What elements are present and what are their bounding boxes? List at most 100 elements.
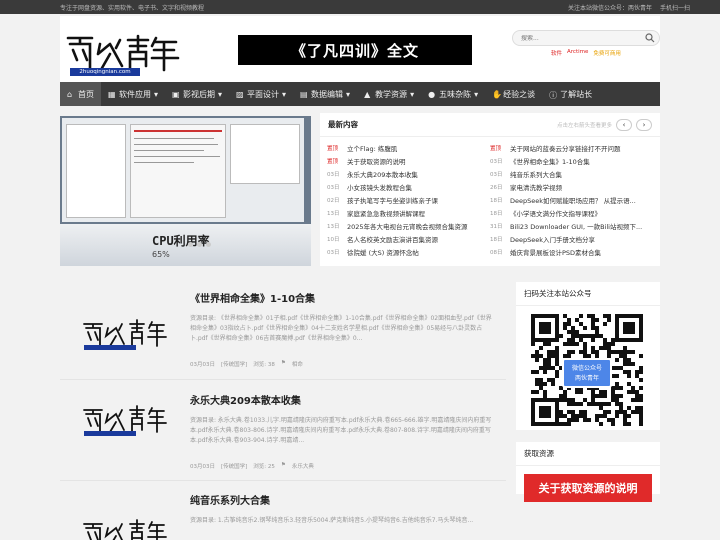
latest-list-item[interactable]: 置顶 立个Flag: 练腹肌 bbox=[327, 141, 490, 154]
nav-item-data[interactable]: ▤ 数据编辑 ▾ bbox=[293, 82, 357, 106]
nav-label: 首页 bbox=[78, 89, 94, 99]
mobile-scan-link[interactable]: 手机扫一扫 bbox=[660, 3, 690, 12]
item-title[interactable]: 孩子执笔写字与坐姿训练亲子课 bbox=[347, 195, 438, 205]
latest-list-item[interactable]: 26日 家电清洗教学视频 bbox=[490, 180, 653, 193]
nav-item-misc[interactable]: ● 五味杂陈 ▾ bbox=[421, 82, 485, 106]
nav-item-design[interactable]: ▨ 平面设计 ▾ bbox=[229, 82, 293, 106]
latest-title: 最新内容 bbox=[328, 120, 358, 129]
latest-list-item[interactable]: 10日 名人名校英文励志演讲百集资源 bbox=[327, 232, 490, 245]
item-date: 03日 bbox=[490, 158, 503, 165]
slider-dot[interactable] bbox=[188, 242, 193, 247]
latest-list-item[interactable]: 02日 孩子执笔写字与坐姿训练亲子课 bbox=[327, 193, 490, 206]
resource-widget-title: 获取资源 bbox=[516, 442, 660, 466]
search-icon[interactable] bbox=[645, 33, 655, 43]
item-title[interactable]: 家电清洗教学视频 bbox=[510, 182, 562, 192]
post-title[interactable]: 纯音乐系列大合集 bbox=[190, 492, 270, 507]
latest-list-item[interactable]: 18日 《小学语文满分作文指导课程》 bbox=[490, 206, 653, 219]
item-title[interactable]: 纯音乐系列大合集 bbox=[510, 169, 562, 179]
post-category[interactable]: [传统国学] bbox=[221, 462, 247, 470]
item-title[interactable]: 婚庆背景展板设计PSD素材合集 bbox=[510, 247, 601, 257]
promo-banner[interactable]: 《了凡四训》全文 bbox=[238, 35, 472, 65]
post-tag[interactable]: 永乐大典 bbox=[292, 462, 314, 470]
featured-slider[interactable]: CPU利用率 65% bbox=[60, 116, 311, 266]
latest-hint: 点击左右箭头查看更多 bbox=[556, 122, 612, 129]
hot-tag[interactable]: 软件 bbox=[551, 49, 562, 57]
item-date: 03日 bbox=[490, 171, 503, 178]
top-bar: 专注于网盘资源、实用软件、电子书、文字和视频教程 关注本站微信公众号：两伙青年 … bbox=[0, 0, 720, 14]
slider-dot[interactable] bbox=[206, 242, 211, 247]
nav-label: 数据编辑 bbox=[311, 89, 344, 99]
search-box[interactable] bbox=[512, 30, 660, 46]
latest-list-item[interactable]: 08日 婚庆背景展板设计PSD素材合集 bbox=[490, 245, 653, 258]
latest-list-item[interactable]: 18日 DeepSeek如何赋能职场应用？ 从提示语... bbox=[490, 193, 653, 206]
nav-item-about[interactable]: ⓘ 了解站长 bbox=[542, 82, 599, 106]
latest-list-item[interactable]: 置顶 关于网站的蓝奏云分享链接打不开问题 bbox=[490, 141, 653, 154]
item-title[interactable]: 《小学语文满分作文指导课程》 bbox=[510, 208, 601, 218]
nav-label: 了解站长 bbox=[560, 89, 593, 99]
post-excerpt: 资源目录: 《世界相命全集》01子相.pdf《世界相命全集》1-10合集.pdf… bbox=[190, 315, 492, 342]
post-thumbnail[interactable] bbox=[78, 514, 168, 540]
post-title[interactable]: 《世界相命全集》1-10合集 bbox=[190, 290, 315, 305]
item-title[interactable]: 2025年各大电视台元宵晚会视频合集资源 bbox=[347, 221, 468, 231]
chevron-down-icon: ▾ bbox=[154, 89, 159, 99]
item-title[interactable]: 家庭紧急急救视频讲解课程 bbox=[347, 208, 425, 218]
latest-list-item[interactable]: 13日 2025年各大电视台元宵晚会视频合集资源 bbox=[327, 219, 490, 232]
search-input[interactable] bbox=[521, 34, 645, 42]
item-title[interactable]: 立个Flag: 练腹肌 bbox=[347, 143, 397, 153]
post-category[interactable]: [传统国学] bbox=[221, 360, 247, 368]
item-title[interactable]: Bili23 Downloader GUI, 一款Bili站视频下... bbox=[510, 221, 642, 231]
wechat-follow-link[interactable]: 关注本站微信公众号：两伙青年 bbox=[568, 3, 652, 12]
resource-info-button[interactable]: 关于获取资源的说明 bbox=[524, 474, 652, 502]
item-title[interactable]: 关于网站的蓝奏云分享链接打不开问题 bbox=[510, 143, 621, 153]
post-tag[interactable]: 相命 bbox=[292, 360, 303, 368]
slider-dots bbox=[188, 242, 211, 247]
prev-arrow-button[interactable]: ‹ bbox=[616, 118, 632, 131]
item-date: 31日 bbox=[490, 223, 503, 230]
divider bbox=[60, 480, 506, 481]
latest-list-item[interactable]: 03日 《世界相命全集》1-10合集 bbox=[490, 154, 653, 167]
item-title[interactable]: DeepSeek入门手册文档分享 bbox=[510, 234, 595, 244]
item-date: 18日 bbox=[490, 197, 503, 204]
site-logo[interactable]: 2huoqingnian.com bbox=[64, 30, 184, 80]
latest-list-item[interactable]: 03日 小女孩镜头发教程合集 bbox=[327, 180, 490, 193]
nav-item-video[interactable]: ▣ 影视后期 ▾ bbox=[165, 82, 229, 106]
post-thumbnail[interactable] bbox=[78, 400, 168, 450]
item-title[interactable]: 小女孩镜头发教程合集 bbox=[347, 182, 412, 192]
slide-caption-sub: 65% bbox=[152, 250, 170, 259]
item-title[interactable]: DeepSeek如何赋能职场应用？ 从提示语... bbox=[510, 195, 636, 205]
site-slogan: 专注于网盘资源、实用软件、电子书、文字和视频教程 bbox=[60, 4, 205, 12]
chevron-down-icon: ▾ bbox=[218, 89, 223, 99]
post-title[interactable]: 永乐大典209本散本收集 bbox=[190, 392, 301, 407]
item-title[interactable]: 关于获取资源的说明 bbox=[347, 156, 406, 166]
item-title[interactable]: 《世界相命全集》1-10合集 bbox=[510, 156, 590, 166]
post-meta: 03月03日 [传统国学] 浏览: 25 ⚑ 永乐大典 bbox=[190, 462, 314, 470]
next-arrow-button[interactable]: › bbox=[636, 118, 652, 131]
latest-list-item[interactable]: 13日 家庭紧急急救视频讲解课程 bbox=[327, 206, 490, 219]
latest-list-item[interactable]: 03日 永乐大典209本散本收集 bbox=[327, 167, 490, 180]
nav-item-software[interactable]: ▦ 软件应用 ▾ bbox=[101, 82, 165, 106]
item-date: 03日 bbox=[327, 171, 340, 178]
latest-list-item[interactable]: 18日 DeepSeek入门手册文档分享 bbox=[490, 232, 653, 245]
latest-list-item[interactable]: 03日 徐院媛 (大S) 资源怀念帖 bbox=[327, 245, 490, 258]
latest-list-item[interactable]: 31日 Bili23 Downloader GUI, 一款Bili站视频下... bbox=[490, 219, 653, 232]
post-views: 浏览: 25 bbox=[253, 464, 275, 470]
slider-dot[interactable] bbox=[197, 242, 202, 247]
hot-tag[interactable]: Arctime bbox=[567, 49, 588, 57]
nav-item-education[interactable]: ▲ 教学资源 ▾ bbox=[357, 82, 421, 106]
item-title[interactable]: 名人名校英文励志演讲百集资源 bbox=[347, 234, 438, 244]
hot-tag[interactable]: 免费可商用 bbox=[593, 49, 621, 57]
item-title[interactable]: 永乐大典209本散本收集 bbox=[347, 169, 418, 179]
qr-code: 微信公众号 两伙青年 bbox=[531, 314, 643, 426]
nav-label: 五味杂陈 bbox=[439, 89, 472, 99]
nav-item-experience[interactable]: ✋ 经验之谈 bbox=[485, 82, 542, 106]
item-date: 13日 bbox=[327, 210, 340, 217]
latest-list-item[interactable]: 置顶 关于获取资源的说明 bbox=[327, 154, 490, 167]
nav-label: 软件应用 bbox=[119, 89, 151, 99]
item-date: 18日 bbox=[490, 236, 503, 243]
item-title[interactable]: 徐院媛 (大S) 资源怀念帖 bbox=[347, 247, 419, 257]
latest-list-item[interactable]: 03日 纯音乐系列大合集 bbox=[490, 167, 653, 180]
qr-caption-2: 两伙青年 bbox=[574, 375, 599, 382]
divider bbox=[60, 379, 506, 380]
nav-item-home[interactable]: ⌂ 首页 bbox=[60, 82, 101, 106]
post-thumbnail[interactable] bbox=[78, 314, 168, 364]
